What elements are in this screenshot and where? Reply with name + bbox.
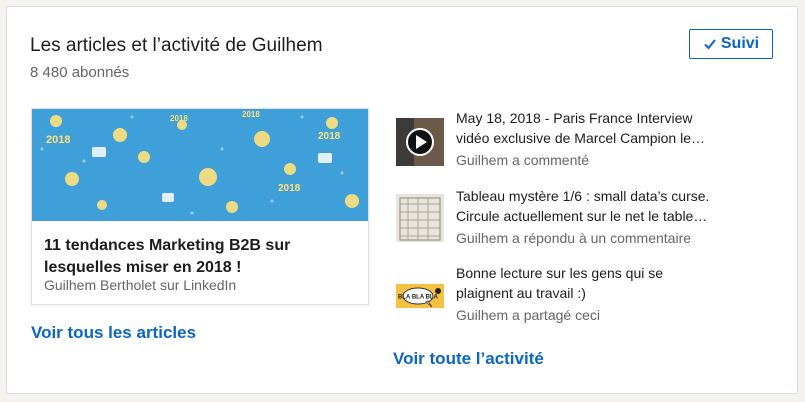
svg-text:BLA BLA BLA: BLA BLA BLA [398,295,439,301]
followers-count: 8 480 abonnés [30,64,130,81]
article-cover-image: 2018 2018 2018 2018 2018 [32,109,368,221]
svg-text:2018: 2018 [46,134,70,146]
activity-item[interactable]: May 18, 2018 - Paris France Interview vi… [396,110,776,176]
activity-title-line1: Bonne lecture sur les gens qui se [456,265,664,281]
comic-thumbnail: BLA BLA BLA [396,273,444,321]
article-title: 11 tendances Marketing B2B sur lesquelle… [44,237,291,276]
activity-title-line2: plaignent au travail :) [456,285,586,301]
articles-activity-card: Les articles et l’activité de Guilhem 8 … [6,6,798,394]
video-thumbnail [396,118,444,166]
featured-article-card[interactable]: 2018 2018 2018 2018 2018 11 tendances Ma… [31,108,369,305]
see-all-articles-link[interactable]: Voir tous les articles [31,323,196,343]
activity-meta: Guilhem a commenté [456,152,590,168]
activity-title-line2: vidéo exclusive de Marcel Campion le… [456,130,705,146]
section-title: Les articles et l’activité de Guilhem [30,35,323,56]
article-author: Guilhem Bertholet sur LinkedIn [44,277,237,293]
svg-text:2018: 2018 [318,131,341,142]
activity-title-line1: Tableau mystère 1/6 : small data’s curse… [456,188,710,204]
activity-meta: Guilhem a partagé ceci [456,307,600,323]
svg-text:2018: 2018 [278,183,301,194]
see-all-activity-link[interactable]: Voir toute l’activité [393,349,544,369]
svg-text:2018: 2018 [170,114,188,123]
popcorn-pattern-illustration: 2018 2018 2018 2018 2018 [32,109,368,221]
activity-item[interactable]: BLA BLA BLA Bonne lecture sur les gens q… [396,265,776,331]
svg-text:2018: 2018 [242,110,260,119]
follow-button[interactable]: Suivi [689,29,773,59]
activity-item[interactable]: Tableau mystère 1/6 : small data’s curse… [396,188,776,254]
activity-meta: Guilhem a répondu à un commentaire [456,230,692,246]
activity-title-line1: May 18, 2018 - Paris France Interview [456,110,693,126]
check-icon [704,39,716,50]
follow-button-label: Suivi [720,35,760,52]
activity-title-line2: Circule actuellement sur le net le table… [456,208,708,224]
table-thumbnail [396,194,444,242]
